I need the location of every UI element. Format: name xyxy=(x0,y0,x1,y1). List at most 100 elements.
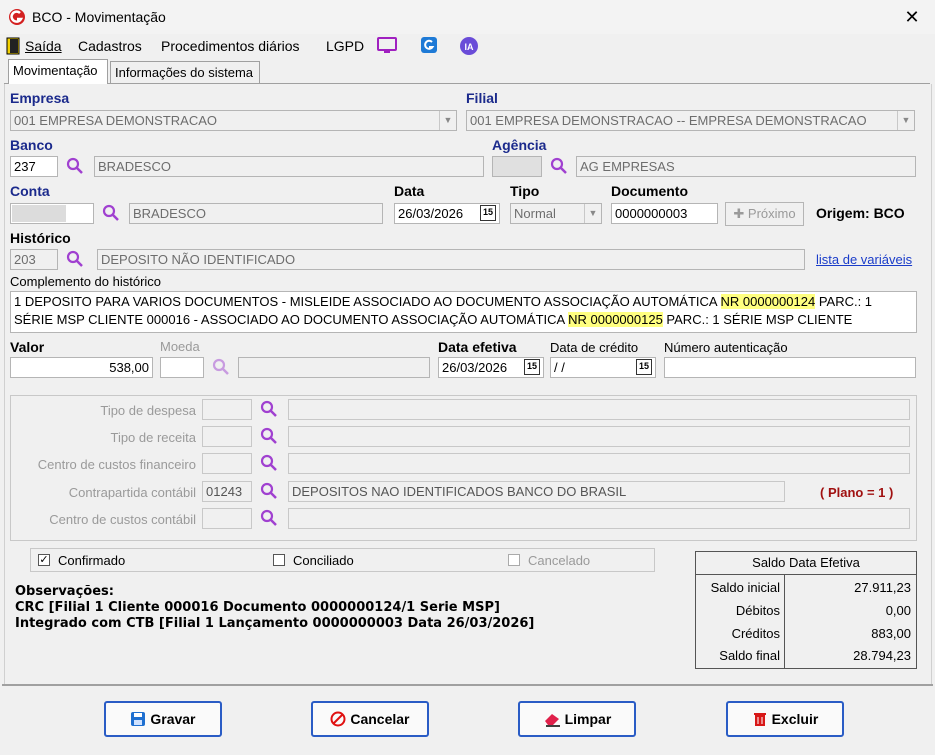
centro-financeiro-code[interactable] xyxy=(202,453,252,474)
tab-informacoes-sistema[interactable]: Informações do sistema xyxy=(110,61,260,83)
conta-label: Conta xyxy=(10,183,50,199)
contrapartida-label: Contrapartida contábil xyxy=(68,485,196,500)
search-icon[interactable] xyxy=(260,454,278,472)
calendar-icon[interactable]: 15 xyxy=(524,359,540,375)
tipo-receita-label: Tipo de receita xyxy=(110,430,196,445)
observacoes-title: Observações: xyxy=(15,584,114,599)
exit-door-icon[interactable] xyxy=(6,37,20,55)
search-icon[interactable] xyxy=(212,358,230,376)
contrapartida-name: DEPOSITOS NAO IDENTIFICADOS BANCO DO BRA… xyxy=(288,481,785,502)
search-icon[interactable] xyxy=(260,509,278,527)
g-app-icon[interactable] xyxy=(420,36,438,54)
proximo-button[interactable]: ✚ Próximo xyxy=(725,202,804,226)
tipo-receita-name xyxy=(288,426,910,447)
search-icon[interactable] xyxy=(260,427,278,445)
historico-label: Histórico xyxy=(10,230,71,246)
centro-financeiro-name xyxy=(288,453,910,474)
valor-label: Valor xyxy=(10,339,45,355)
documento-label: Documento xyxy=(611,183,688,199)
lista-variaveis-link[interactable]: lista de variáveis xyxy=(816,252,912,267)
tipo-receita-code[interactable] xyxy=(202,426,252,447)
conciliado-label: Conciliado xyxy=(293,553,354,568)
tab-movimentacao[interactable]: Movimentação xyxy=(8,59,108,84)
menu-procedimentos[interactable]: Procedimentos diários xyxy=(161,38,300,54)
empresa-select[interactable]: 001 EMPRESA DEMONSTRACAO ▼ xyxy=(10,110,457,131)
saldo-final-label: Saldo final xyxy=(719,648,780,663)
search-icon[interactable] xyxy=(550,157,568,175)
observacoes-line-2: Integrado com CTB [Filial 1 Lançamento 0… xyxy=(15,616,535,631)
observacoes-line-1: CRC [Filial 1 Cliente 000016 Documento 0… xyxy=(15,600,500,615)
tipo-despesa-label: Tipo de despesa xyxy=(100,403,196,418)
banco-code-input[interactable]: 237 xyxy=(10,156,58,177)
data-credito-input[interactable]: / / 15 xyxy=(550,357,656,378)
search-icon[interactable] xyxy=(260,482,278,500)
tipo-select[interactable]: Normal ▼ xyxy=(510,203,602,224)
documento-input[interactable]: 0000000003 xyxy=(611,203,718,224)
filial-label: Filial xyxy=(466,90,498,106)
tipo-label: Tipo xyxy=(510,183,540,199)
banco-name-field: BRADESCO xyxy=(94,156,484,177)
conta-code-input[interactable] xyxy=(10,203,94,224)
cancelar-button[interactable]: Cancelar xyxy=(311,701,429,737)
contrapartida-code[interactable]: 01243 xyxy=(202,481,252,502)
saldo-title: Saldo Data Efetiva xyxy=(696,552,916,575)
historico-code-input[interactable]: 203 xyxy=(10,249,58,270)
saldo-divider xyxy=(784,574,785,668)
conta-redacted xyxy=(12,205,66,222)
historico-text-field: DEPOSITO NÃO IDENTIFICADO xyxy=(97,249,805,270)
data-input[interactable]: 26/03/2026 15 xyxy=(394,203,500,224)
complemento-line-1: 1 DEPOSITO PARA VARIOS DOCUMENTOS - MISL… xyxy=(14,294,873,309)
chevron-down-icon[interactable]: ▼ xyxy=(897,111,914,130)
ai-assistant-icon[interactable]: IA xyxy=(459,36,479,56)
complemento-label: Complemento do histórico xyxy=(10,274,162,289)
save-disk-icon xyxy=(131,712,146,726)
data-label: Data xyxy=(394,183,425,199)
saldo-inicial-label: Saldo inicial xyxy=(710,580,780,595)
eraser-icon xyxy=(544,714,560,727)
chevron-down-icon[interactable]: ▼ xyxy=(584,204,601,223)
filial-select[interactable]: 001 EMPRESA DEMONSTRACAO -- EMPRESA DEMO… xyxy=(466,110,915,131)
agencia-label: Agência xyxy=(492,137,547,153)
debitos-value: 0,00 xyxy=(885,603,911,618)
trash-icon xyxy=(753,713,766,726)
chevron-down-icon[interactable]: ▼ xyxy=(439,111,456,130)
cancel-icon xyxy=(330,711,346,727)
complemento-textarea[interactable]: 1 DEPOSITO PARA VARIOS DOCUMENTOS - MISL… xyxy=(10,291,917,333)
debitos-label: Débitos xyxy=(735,603,780,618)
moeda-code-input[interactable] xyxy=(160,357,204,378)
valor-input[interactable]: 538,00 xyxy=(10,357,153,378)
data-efetiva-input[interactable]: 26/03/2026 15 xyxy=(438,357,544,378)
centro-contabil-code[interactable] xyxy=(202,508,252,529)
banco-label: Banco xyxy=(10,137,53,153)
numero-autenticacao-input[interactable] xyxy=(664,357,916,378)
moeda-label: Moeda xyxy=(160,339,200,354)
excluir-button[interactable]: Excluir xyxy=(726,701,844,737)
saldo-final-value: 28.794,23 xyxy=(853,648,911,663)
monitor-icon[interactable] xyxy=(377,37,397,55)
agencia-name-field: AG EMPRESAS xyxy=(576,156,916,177)
creditos-value: 883,00 xyxy=(871,626,911,641)
gravar-button[interactable]: Gravar xyxy=(104,701,222,737)
cancelado-checkbox[interactable] xyxy=(508,554,520,566)
confirmado-checkbox[interactable]: ✓ xyxy=(38,554,50,566)
agencia-code-input[interactable] xyxy=(492,156,542,177)
limpar-button[interactable]: Limpar xyxy=(518,701,636,737)
search-icon[interactable] xyxy=(66,250,84,268)
plano-label: ( Plano = 1 ) xyxy=(820,485,894,500)
search-icon[interactable] xyxy=(66,157,84,175)
saldo-inicial-value: 27.911,23 xyxy=(854,580,911,595)
tipo-despesa-code[interactable] xyxy=(202,399,252,420)
menu-cadastros[interactable]: Cadastros xyxy=(78,38,142,54)
menu-lgpd[interactable]: LGPD xyxy=(326,38,364,54)
search-icon[interactable] xyxy=(102,204,120,222)
creditos-label: Créditos xyxy=(731,626,780,641)
conciliado-checkbox[interactable] xyxy=(273,554,285,566)
centro-financeiro-label: Centro de custos financeiro xyxy=(37,457,196,472)
calendar-icon[interactable]: 15 xyxy=(636,359,652,375)
conta-name-field: BRADESCO xyxy=(129,203,383,224)
calendar-icon[interactable]: 15 xyxy=(480,205,496,221)
menu-saida[interactable]: Saída xyxy=(25,38,62,54)
search-icon[interactable] xyxy=(260,400,278,418)
centro-contabil-label: Centro de custos contábil xyxy=(49,512,196,527)
close-button[interactable]: ✕ xyxy=(898,4,926,30)
